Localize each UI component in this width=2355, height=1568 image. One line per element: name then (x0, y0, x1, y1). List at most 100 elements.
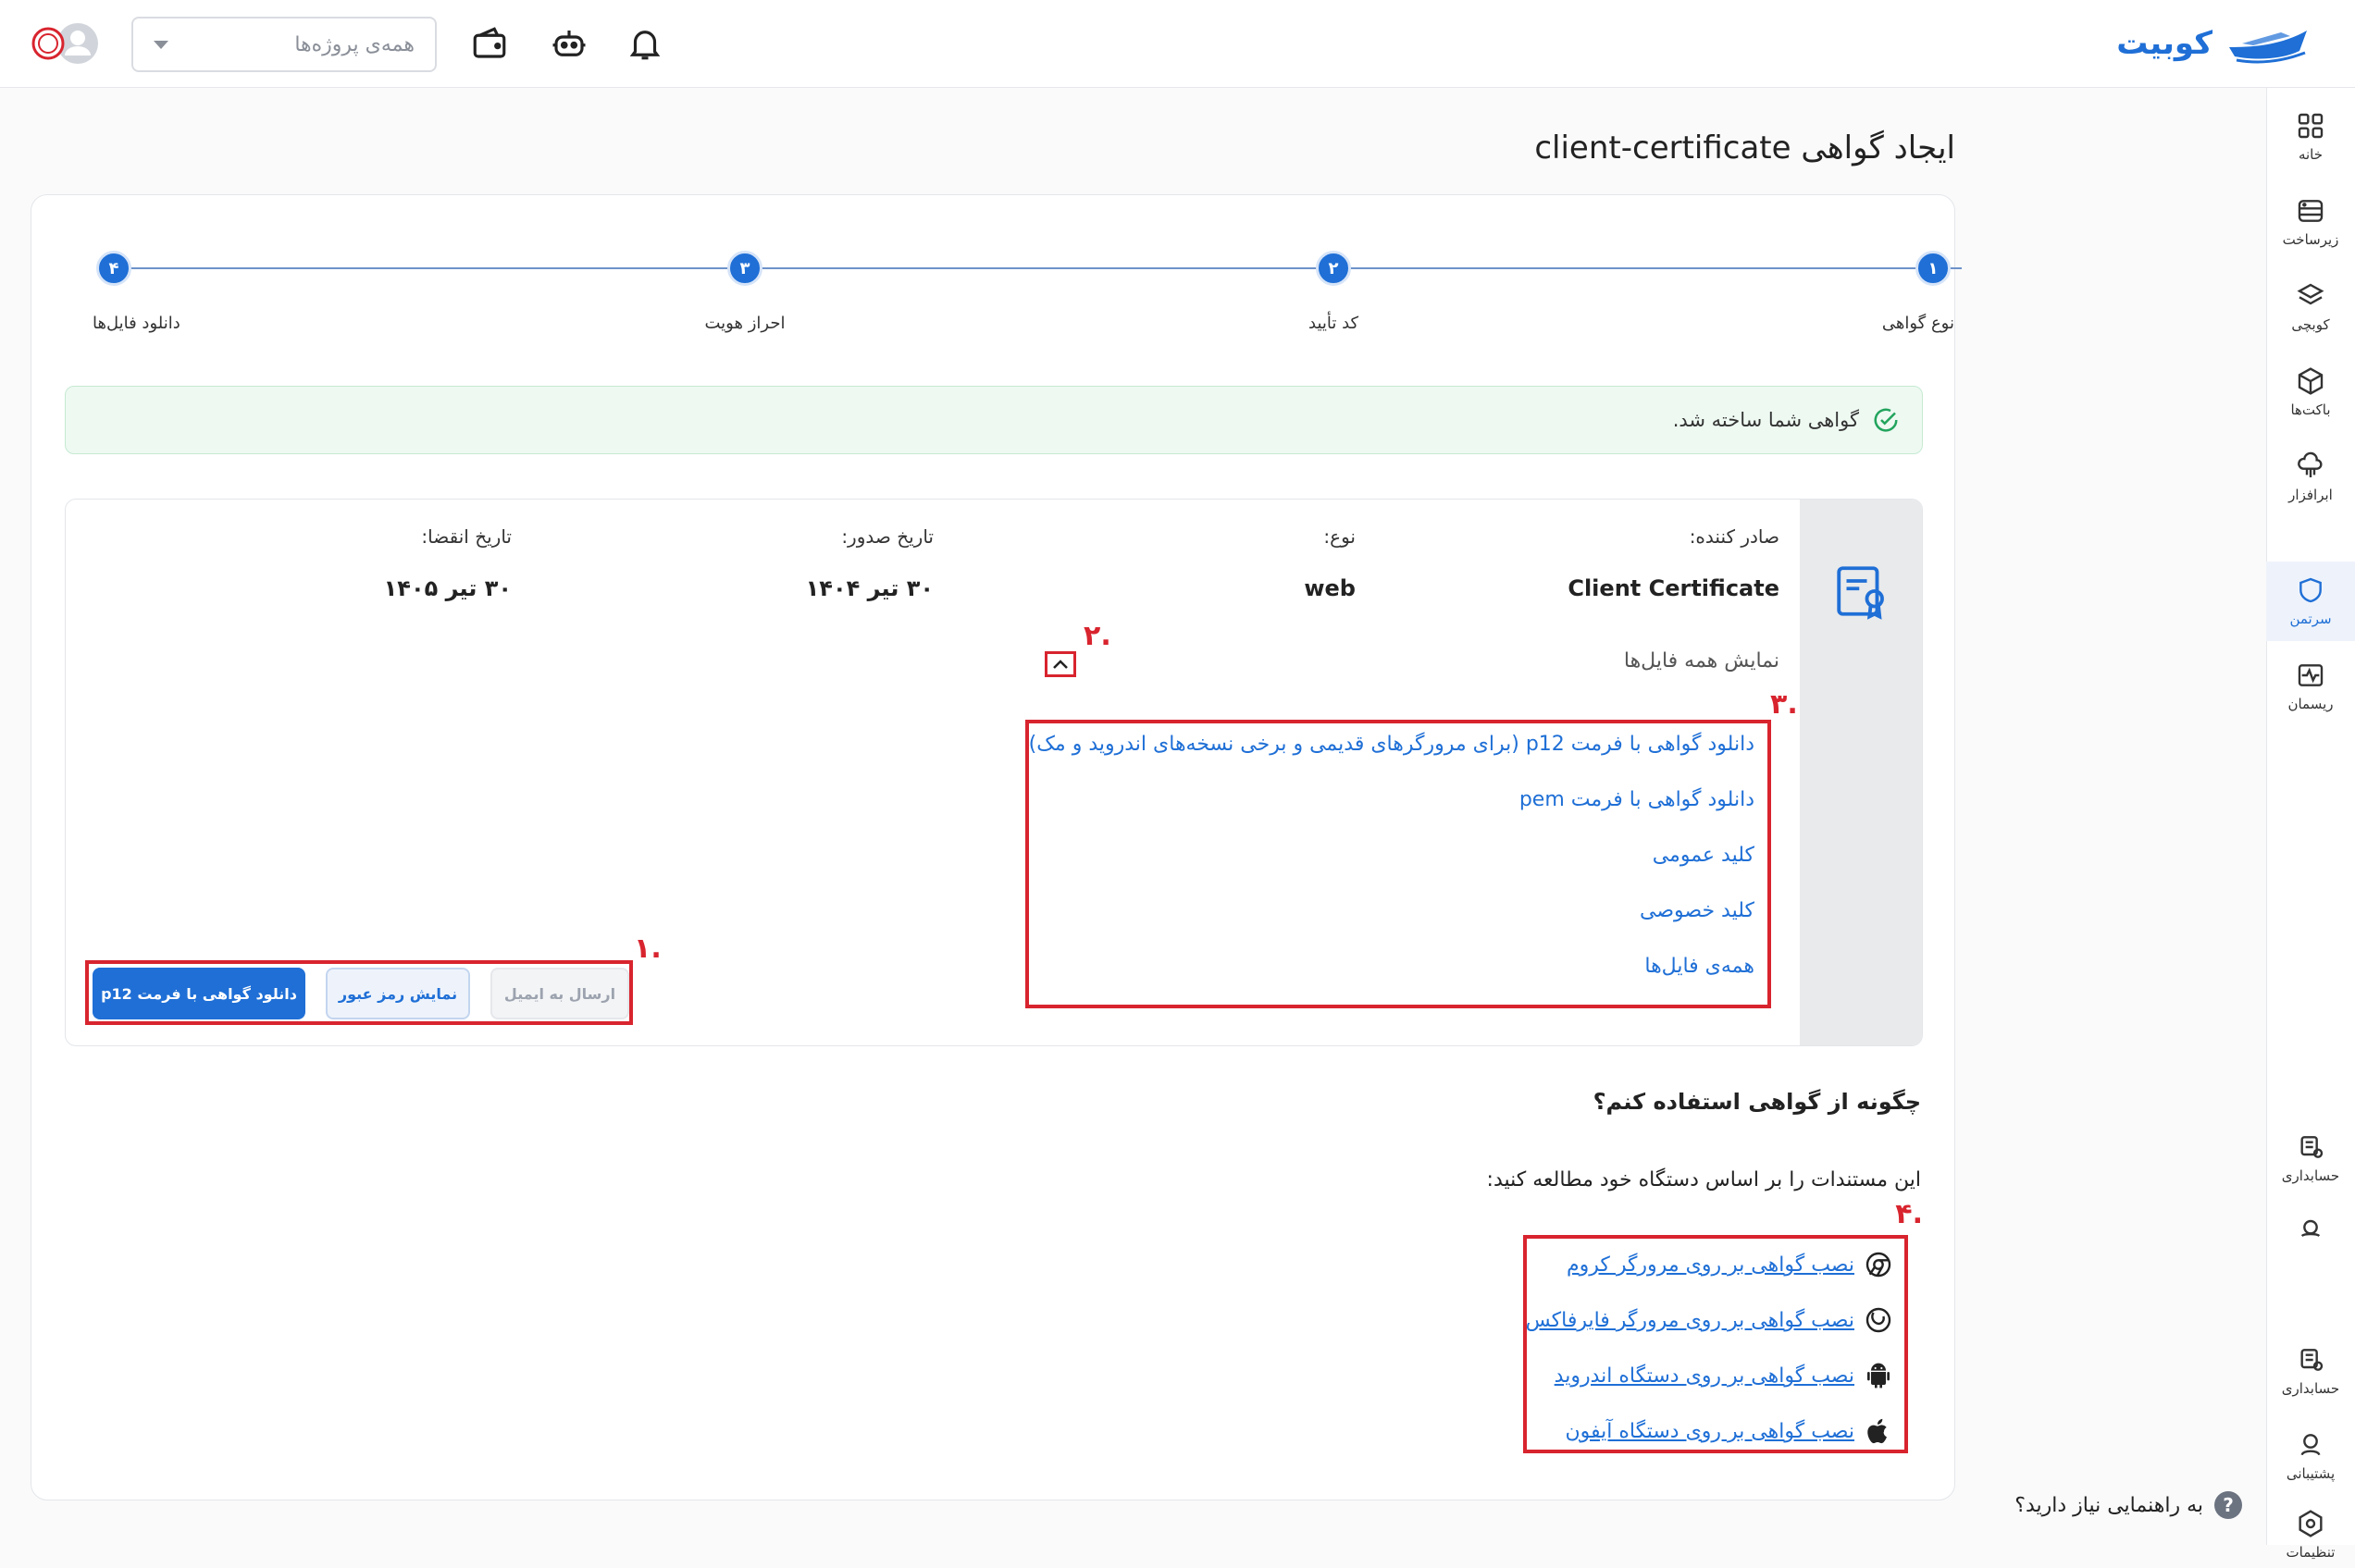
download-pem-link[interactable]: دانلود گواهی با فرمت pem (1519, 788, 1754, 811)
annotation-2: .۲ (1084, 620, 1111, 652)
step-1: ۱ نوع گواهی (1882, 251, 1954, 333)
sidebar-item-buckets[interactable]: باکت‌ها (2266, 352, 2355, 432)
stepper: ۴ دانلود فایل‌ها ۳ احراز هویت ۲ کد تأیید… (65, 251, 1962, 343)
issue-date-value: ۳۰ تیر ۱۴۰۴ (805, 575, 934, 601)
sidebar-item-label: حسابداری (2281, 1380, 2340, 1397)
certificate-icon (1837, 566, 1884, 620)
project-select-value: همه‌ی پروژه‌ها (294, 32, 415, 56)
settings-icon (2299, 1510, 2323, 1537)
sidebar-item-support-small[interactable] (2266, 1189, 2355, 1268)
help-text: به راهنمایی نیاز دارید؟ (2014, 1493, 2203, 1517)
download-p12-button[interactable]: دانلود گواهی با فرمت p12 (93, 968, 305, 1019)
stepper-line (113, 267, 1962, 269)
all-files-link[interactable]: همه‌ی فایل‌ها (1644, 955, 1754, 978)
expire-date-label: تاریخ انقضا: (421, 525, 512, 548)
private-key-link[interactable]: کلید خصوصی (1640, 899, 1754, 922)
sidebar-item-label: تنظیمات (2286, 1544, 2336, 1561)
project-select[interactable]: همه‌ی پروژه‌ها (131, 17, 437, 72)
howto-title: چگونه از گواهی استفاده کنم؟ (1593, 1089, 1921, 1115)
step-label: احراز هویت (704, 314, 786, 333)
download-links: دانلود گواهی با فرمت p12 (برای مرورگرهای… (1025, 720, 1771, 1008)
guide-android[interactable]: نصب گواهی بر روی دستگاه اندروید (1555, 1361, 1893, 1390)
success-alert: گواهی شما ساخته شد. (65, 386, 1923, 454)
sidebar-item-accounting-2[interactable]: حسابداری (2266, 1331, 2355, 1411)
sidebar-item-label: حسابداری (2281, 1167, 2340, 1184)
cloud-app-icon (2298, 451, 2323, 477)
step-dot: ۳ (727, 251, 762, 286)
expire-date-value: ۳۰ تیر ۱۴۰۵ (383, 575, 512, 601)
support-icon (2300, 1219, 2321, 1238)
collapse-files-button[interactable] (1045, 651, 1076, 677)
page-title: ایجاد گواهی client-certificate (1534, 130, 1955, 167)
send-email-button: ارسال به ایمیل (490, 968, 629, 1019)
sidebar-item-accounting[interactable]: حسابداری (2266, 1118, 2355, 1198)
sidebar-item-risman[interactable]: ریسمان (2266, 647, 2355, 726)
guide-label: نصب گواهی بر روی دستگاه آیفون (1565, 1419, 1854, 1443)
certificate-side-panel (1800, 500, 1922, 1045)
accounting-icon (2300, 1349, 2324, 1371)
android-icon (1867, 1363, 1890, 1389)
guide-chrome[interactable]: نصب گواهی بر روی مرورگر کروم (1567, 1250, 1893, 1279)
sidebar-item-label: باکت‌ها (2290, 401, 2331, 418)
robot-icon[interactable] (550, 24, 589, 63)
sidebar-item-settings[interactable]: تنظیمات (2266, 1501, 2355, 1568)
chevron-down-icon (154, 41, 168, 49)
guide-iphone[interactable]: نصب گواهی بر روی دستگاه آیفون (1565, 1416, 1893, 1446)
success-message: گواهی شما ساخته شد. (1672, 409, 1859, 431)
pulse-icon (2298, 664, 2324, 686)
top-bar: کوبیت همه‌ی پروژه‌ها (0, 0, 2355, 88)
step-dot: ۲ (1316, 251, 1351, 286)
issuer-value: Client Certificate (1568, 575, 1779, 601)
question-icon: ? (2214, 1491, 2242, 1519)
shield-icon (2299, 577, 2322, 603)
accounting-icon (2300, 1136, 2324, 1158)
chrome-icon (1865, 1252, 1891, 1278)
firefox-icon (1865, 1307, 1891, 1333)
type-value: web (1304, 575, 1356, 601)
step-dot: ۱ (1915, 251, 1951, 286)
sidebar-item-label: پشتیبانی (2286, 1465, 2336, 1482)
logo-text: کوبیت (2116, 25, 2212, 62)
sidebar-item-home[interactable]: خانه (2266, 97, 2355, 177)
sidebar-item-certman[interactable]: سرتمن (2266, 562, 2355, 641)
annotation-1: .۱ (634, 932, 662, 965)
guide-label: نصب گواهی بر روی مرورگر کروم (1566, 1253, 1854, 1277)
step-label: کد تأیید (1308, 314, 1359, 333)
server-icon (2298, 200, 2324, 222)
grid-icon (2298, 113, 2324, 139)
public-key-link[interactable]: کلید عمومی (1653, 844, 1754, 867)
sidebar-item-label: خانه (2298, 146, 2324, 163)
wallet-icon[interactable] (470, 24, 509, 63)
check-circle-icon (1874, 408, 1898, 432)
chevron-up-icon (1053, 660, 1068, 669)
cube-icon (2298, 367, 2324, 395)
issuer-label: صادر کننده: (1689, 525, 1779, 548)
guide-firefox[interactable]: نصب گواهی بر روی مرورگر فایرفاکس (1526, 1305, 1893, 1335)
show-password-button[interactable]: نمایش رمز عبور (326, 968, 470, 1019)
step-4: ۴ دانلود فایل‌ها (93, 251, 180, 333)
step-3: ۳ احراز هویت (705, 251, 785, 333)
ship-logo-icon (2229, 31, 2307, 64)
annotation-4: .۴ (1895, 1198, 1923, 1230)
logo[interactable]: کوبیت (2116, 20, 2309, 67)
sidebar-item-label: زیرساخت (2282, 231, 2339, 248)
sidebar-item-kubchi[interactable]: کوبچی (2266, 267, 2355, 347)
guide-label: نصب گواهی بر روی مرورگر فایرفاکس (1525, 1308, 1854, 1332)
apple-icon (1867, 1418, 1887, 1444)
issue-date-label: تاریخ صدور: (841, 525, 934, 548)
sidebar-item-cloud-app[interactable]: ابرافزار (2266, 438, 2355, 517)
avatar[interactable] (31, 20, 102, 67)
step-dot: ۴ (96, 251, 131, 286)
sidebar-item-label: ابرافزار (2288, 487, 2333, 503)
sidebar-item-infrastructure[interactable]: زیرساخت (2266, 182, 2355, 262)
headset-icon (2300, 1434, 2321, 1456)
bell-icon[interactable] (626, 24, 664, 63)
show-all-files-label: نمایش همه فایل‌ها (1623, 649, 1779, 673)
annotation-3: .۳ (1770, 688, 1798, 721)
download-p12-link[interactable]: دانلود گواهی با فرمت p12 (برای مرورگرهای… (1029, 733, 1754, 756)
help-link[interactable]: ? به راهنمایی نیاز دارید؟ (2014, 1491, 2242, 1519)
sidebar-item-support[interactable]: پشتیبانی (2266, 1416, 2355, 1496)
sidebar-item-label: ریسمان (2287, 696, 2334, 712)
action-buttons: دانلود گواهی با فرمت p12 نمایش رمز عبور … (85, 960, 633, 1025)
certificate-info: صادر کننده: Client Certificate نوع: web … (65, 499, 1923, 1046)
